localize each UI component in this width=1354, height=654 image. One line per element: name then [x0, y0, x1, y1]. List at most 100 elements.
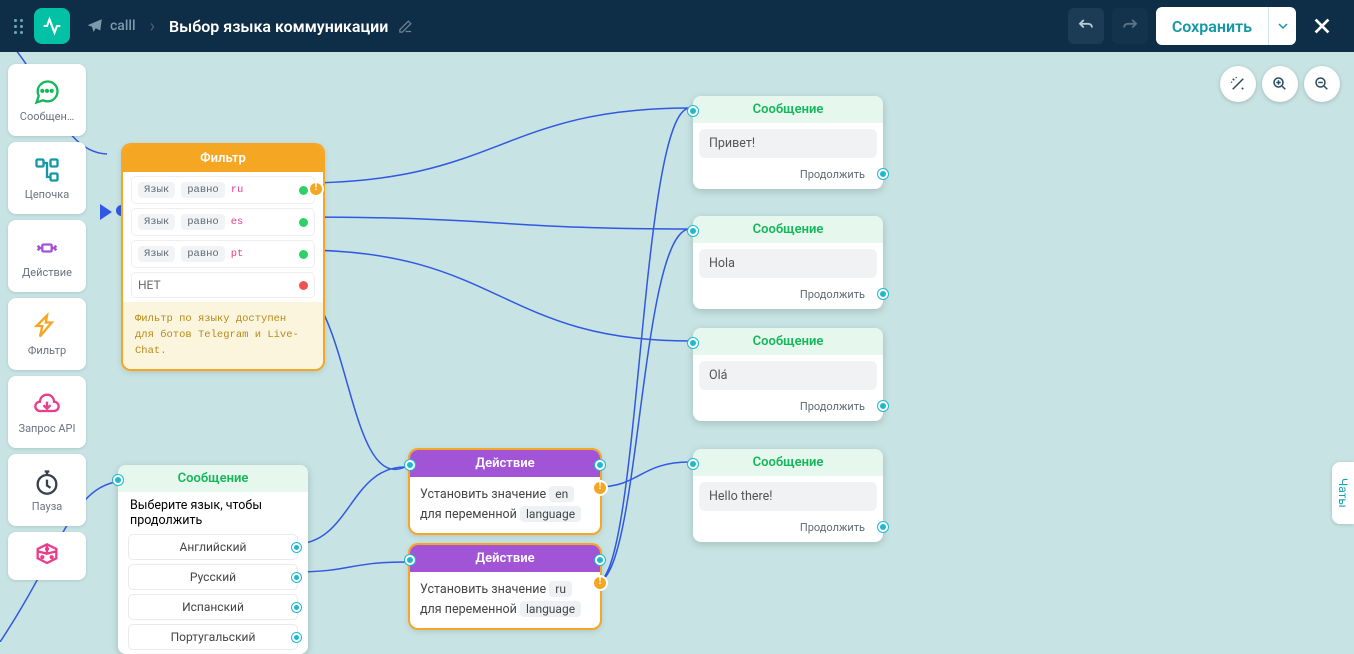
- telegram-icon: [86, 17, 104, 35]
- auto-layout-button[interactable]: [1220, 66, 1256, 102]
- option-label: Испанский: [182, 600, 244, 614]
- node-message[interactable]: Сообщение Привет! Продолжить: [693, 96, 883, 189]
- port-in[interactable]: [688, 338, 698, 348]
- node-header: Сообщение: [693, 449, 883, 476]
- node-filter[interactable]: Фильтр Языкравноru Языкравноes Языкравно…: [123, 145, 323, 369]
- port-in[interactable]: [113, 475, 123, 485]
- chats-panel-tab[interactable]: Чаты: [1332, 462, 1354, 524]
- node-action[interactable]: Действие Установить значение enдля перем…: [410, 450, 600, 533]
- tool-action[interactable]: Действие: [8, 220, 86, 292]
- undo-icon: [1077, 17, 1095, 35]
- port-dot[interactable]: [299, 250, 308, 259]
- drag-handle[interactable]: [14, 19, 24, 34]
- warning-icon: [308, 181, 324, 197]
- edit-icon[interactable]: [398, 19, 413, 34]
- filter-val: es: [231, 216, 244, 228]
- filter-op: равно: [181, 214, 225, 230]
- filter-key: Язык: [138, 214, 175, 230]
- zoom-in-icon: [1271, 75, 1289, 93]
- port-out[interactable]: [595, 555, 605, 565]
- message-text: Hello there!: [699, 482, 877, 511]
- node-message[interactable]: Сообщение Hello there! Продолжить: [693, 449, 883, 542]
- close-button[interactable]: [1304, 8, 1340, 44]
- port-out[interactable]: [878, 289, 888, 299]
- app-logo[interactable]: [34, 8, 70, 44]
- save-button[interactable]: Сохранить: [1156, 7, 1268, 45]
- tool-pause[interactable]: Пауза: [8, 454, 86, 526]
- tool-label: Цепочка: [25, 188, 69, 201]
- port-out[interactable]: [292, 603, 301, 612]
- action-forvar: для переменной: [420, 602, 517, 617]
- tool-label: Запрос API: [19, 422, 76, 435]
- api-icon: [33, 390, 61, 418]
- port-in[interactable]: [688, 106, 698, 116]
- save-dropdown[interactable]: [1268, 7, 1296, 45]
- tool-chain[interactable]: Цепочка: [8, 142, 86, 214]
- zoom-in-button[interactable]: [1262, 66, 1298, 102]
- action-var: language: [520, 601, 581, 617]
- tool-random[interactable]: [8, 532, 86, 580]
- option-label: Русский: [190, 570, 236, 584]
- filter-else[interactable]: НЕТ: [131, 272, 315, 298]
- tool-api[interactable]: Запрос API: [8, 376, 86, 448]
- action-icon: [33, 234, 61, 262]
- dice-icon: [33, 542, 61, 570]
- pause-icon: [33, 468, 61, 496]
- port-in[interactable]: [405, 460, 415, 470]
- filter-op: равно: [181, 182, 225, 198]
- warning-icon: [592, 480, 608, 496]
- tool-message[interactable]: Сообщен…: [8, 64, 86, 136]
- channel-block[interactable]: calll: [86, 17, 136, 35]
- breadcrumb-separator: ›: [150, 16, 155, 37]
- channel-name: calll: [110, 18, 136, 34]
- node-header: Сообщение: [118, 465, 308, 492]
- port-out[interactable]: [292, 543, 301, 552]
- port-out[interactable]: [878, 169, 888, 179]
- filter-val: pt: [231, 248, 244, 260]
- action-value: en: [549, 486, 574, 502]
- caret-down-icon: [1278, 21, 1288, 31]
- tool-label: Пауза: [32, 500, 63, 513]
- message-option[interactable]: Испанский: [128, 594, 298, 620]
- message-text: Hola: [699, 249, 877, 278]
- filter-condition[interactable]: Языкравноru: [131, 176, 315, 204]
- filter-condition[interactable]: Языкравноpt: [131, 240, 315, 268]
- message-option[interactable]: Португальский: [128, 624, 298, 650]
- node-message[interactable]: Сообщение Hola Продолжить: [693, 216, 883, 309]
- message-option[interactable]: Английский: [128, 534, 298, 560]
- node-message[interactable]: Сообщение Olá Продолжить: [693, 328, 883, 421]
- port-in[interactable]: [688, 459, 698, 469]
- port-out[interactable]: [878, 401, 888, 411]
- continue-label: Продолжить: [800, 521, 865, 534]
- node-header: Сообщение: [693, 328, 883, 355]
- port-in[interactable]: [688, 226, 698, 236]
- port-out[interactable]: [878, 522, 888, 532]
- filter-condition[interactable]: Язык равноes: [131, 208, 315, 236]
- tool-label: Фильтр: [28, 344, 66, 357]
- action-set: Установить значение: [420, 487, 546, 502]
- zoom-out-button[interactable]: [1304, 66, 1340, 102]
- save-button-group: Сохранить: [1156, 7, 1296, 45]
- message-icon: [33, 78, 61, 106]
- pulse-icon: [42, 16, 62, 36]
- node-action[interactable]: Действие Установить значение ruдля перем…: [410, 545, 600, 628]
- node-message-options[interactable]: Сообщение Выберите язык, чтобы продолжит…: [118, 465, 308, 654]
- port-in[interactable]: [405, 555, 415, 565]
- continue-label: Продолжить: [800, 168, 865, 181]
- redo-button[interactable]: [1112, 8, 1148, 44]
- redo-icon: [1121, 17, 1139, 35]
- node-header: Сообщение: [693, 96, 883, 123]
- undo-button[interactable]: [1068, 8, 1104, 44]
- port-dot[interactable]: [299, 218, 308, 227]
- port-dot[interactable]: [299, 186, 308, 195]
- action-var: language: [520, 506, 581, 522]
- filter-else-label: НЕТ: [138, 278, 161, 292]
- port-out[interactable]: [595, 460, 605, 470]
- port-out[interactable]: [292, 633, 301, 642]
- zoom-out-icon: [1313, 75, 1331, 93]
- tool-filter[interactable]: Фильтр: [8, 298, 86, 370]
- port-dot[interactable]: [299, 281, 308, 290]
- option-label: Английский: [180, 540, 247, 554]
- port-out[interactable]: [292, 573, 301, 582]
- message-option[interactable]: Русский: [128, 564, 298, 590]
